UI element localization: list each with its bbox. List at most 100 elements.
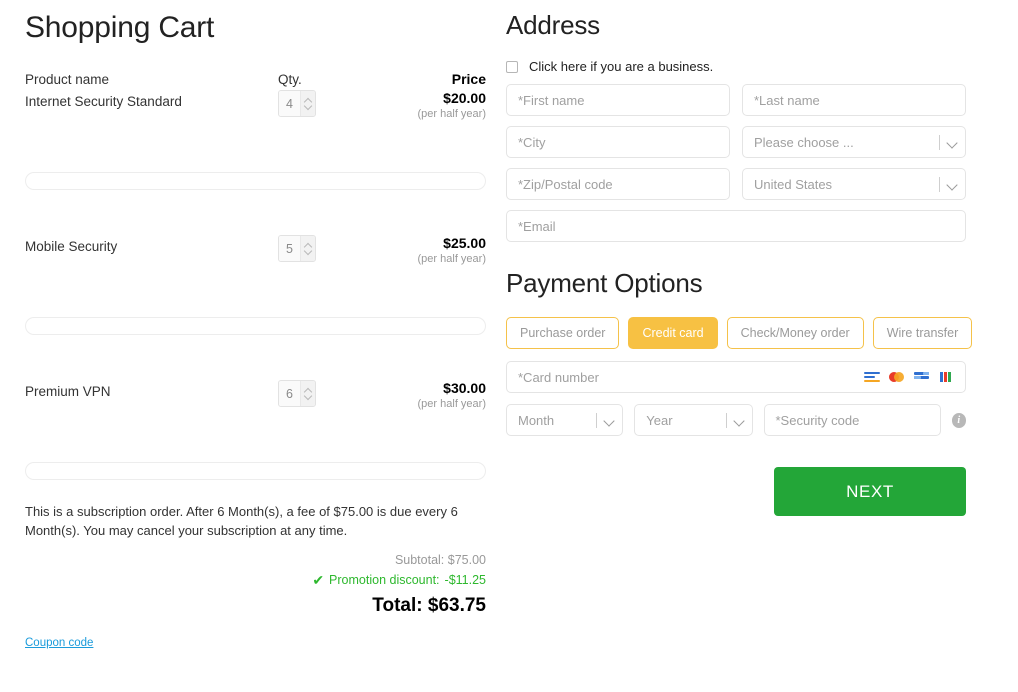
state-select-caret[interactable] <box>939 134 957 150</box>
business-checkbox[interactable] <box>506 60 518 73</box>
product-name: Internet Security Standard <box>25 94 182 109</box>
quantity-cell: 4 <box>278 90 358 117</box>
product-option-field-1[interactable] <box>25 172 486 190</box>
coupon-code-link[interactable]: Coupon code <box>25 637 93 649</box>
business-checkbox-label: Click here if you are a business. <box>529 59 714 74</box>
address-title: Address <box>506 10 600 40</box>
chevron-down-icon[interactable] <box>605 416 614 425</box>
security-code-field[interactable]: *Security code <box>763 404 941 436</box>
first-name-field[interactable]: *First name <box>506 84 730 116</box>
product-name: Premium VPN <box>25 384 111 399</box>
city-field[interactable]: *City <box>506 126 730 158</box>
quantity-value[interactable]: 6 <box>279 381 301 406</box>
quantity-stepper[interactable]: 4 <box>278 90 316 117</box>
chevron-down-icon[interactable] <box>948 138 957 147</box>
product-billing-period: (per half year) <box>417 253 486 265</box>
payment-method-tabs: Purchase order Credit card Check/Money o… <box>506 317 973 349</box>
product-price: $20.00 <box>443 90 486 106</box>
payment-options-title: Payment Options <box>506 268 703 298</box>
visa-icon <box>864 371 880 383</box>
header-qty: Qty. <box>278 72 302 87</box>
quantity-value[interactable]: 4 <box>279 91 301 116</box>
quantity-stepper[interactable]: 6 <box>278 380 316 407</box>
totals-section: Subtotal: $75.00 ✔ Promotion discount: -… <box>25 550 486 617</box>
mastercard-icon <box>889 371 905 383</box>
page-title: Shopping Cart <box>25 11 215 44</box>
total-label: Total: <box>372 595 423 616</box>
subtotal-value: $75.00 <box>447 553 486 567</box>
state-select-value: Please choose ... <box>754 134 854 150</box>
cart-table-header: Product name Qty. Price <box>25 71 486 87</box>
product-option-field-3[interactable] <box>25 462 486 480</box>
promotion-value: -$11.25 <box>444 573 486 587</box>
info-icon[interactable]: i <box>951 412 966 428</box>
card-number-field[interactable]: *Card number <box>506 361 966 393</box>
chevron-down-icon[interactable] <box>305 250 312 254</box>
divider <box>725 412 727 428</box>
month-select-caret[interactable] <box>596 412 614 428</box>
product-billing-period: (per half year) <box>417 108 486 120</box>
divider <box>939 176 940 192</box>
state-select[interactable]: Please choose ... <box>742 126 966 158</box>
quantity-stepper[interactable]: 5 <box>278 235 316 262</box>
check-icon: ✔ <box>312 572 325 588</box>
year-select-value: Year <box>646 412 673 428</box>
promotion-discount-row: ✔ Promotion discount: -$11.25 <box>25 570 486 590</box>
table-row: Internet Security Standard 4 $20.00 (per… <box>25 90 486 122</box>
price-cell: $20.00 (per half year) <box>358 90 486 122</box>
shopping-cart-section: Shopping Cart Product name Qty. Price In… <box>25 0 486 651</box>
business-checkbox-row[interactable]: Click here if you are a business. <box>506 59 966 74</box>
year-select[interactable]: Year <box>634 404 753 436</box>
product-price: $25.00 <box>443 235 486 251</box>
country-select[interactable]: United States <box>742 168 966 200</box>
card-number-placeholder: *Card number <box>518 369 599 385</box>
last-name-field[interactable]: *Last name <box>742 84 966 116</box>
checkout-form-section: Address Click here if you are a business… <box>506 0 973 516</box>
promotion-label: Promotion discount: <box>329 573 440 587</box>
checkout-page: Shopping Cart Product name Qty. Price In… <box>0 0 1018 692</box>
chevron-down-icon[interactable] <box>305 105 312 109</box>
country-select-caret[interactable] <box>939 176 957 192</box>
total-value: $63.75 <box>427 595 486 616</box>
jcb-icon <box>939 371 955 383</box>
expiry-security-row: Month Year *Security code i <box>506 404 966 436</box>
product-price: $30.00 <box>443 380 486 396</box>
zip-field[interactable]: *Zip/Postal code <box>506 168 730 200</box>
accepted-cards <box>864 371 955 383</box>
quantity-arrows[interactable] <box>301 91 315 116</box>
tab-wire-transfer[interactable]: Wire transfer <box>872 317 973 349</box>
quantity-cell: 6 <box>278 380 358 407</box>
city-state-row: *City Please choose ... <box>506 126 966 158</box>
tab-check-money-order[interactable]: Check/Money order <box>726 317 864 349</box>
subtotal-label: Subtotal: <box>394 553 445 567</box>
header-product-name: Product name <box>25 72 110 87</box>
next-button[interactable]: NEXT <box>774 467 966 516</box>
year-select-caret[interactable] <box>725 412 744 428</box>
chevron-down-icon[interactable] <box>948 180 957 189</box>
month-select[interactable]: Month <box>506 404 624 436</box>
table-row: Premium VPN 6 $30.00 (per half year) <box>25 380 486 412</box>
quantity-arrows[interactable] <box>301 236 315 261</box>
amex-icon <box>914 371 930 383</box>
quantity-arrows[interactable] <box>301 381 315 406</box>
next-button-row: NEXT <box>506 467 966 516</box>
product-option-field-2[interactable] <box>25 317 486 335</box>
name-row: *First name *Last name <box>506 84 966 116</box>
card-number-row: *Card number <box>506 361 966 393</box>
tab-credit-card[interactable]: Credit card <box>628 317 718 349</box>
product-billing-period: (per half year) <box>417 398 486 410</box>
tab-purchase-order[interactable]: Purchase order <box>506 317 620 349</box>
divider <box>939 134 940 150</box>
price-cell: $30.00 (per half year) <box>358 380 486 412</box>
country-select-value: United States <box>754 176 833 192</box>
chevron-down-icon[interactable] <box>305 395 312 399</box>
product-name: Mobile Security <box>25 239 118 254</box>
email-field[interactable]: *Email <box>506 210 966 242</box>
quantity-value[interactable]: 5 <box>279 236 301 261</box>
subtotal-row: Subtotal: $75.00 <box>25 550 486 570</box>
header-price: Price <box>451 71 486 87</box>
quantity-cell: 5 <box>278 235 358 262</box>
total-row: Total: $63.75 <box>25 595 486 617</box>
table-row: Mobile Security 5 $25.00 (per half year) <box>25 235 486 267</box>
chevron-down-icon[interactable] <box>735 416 744 425</box>
